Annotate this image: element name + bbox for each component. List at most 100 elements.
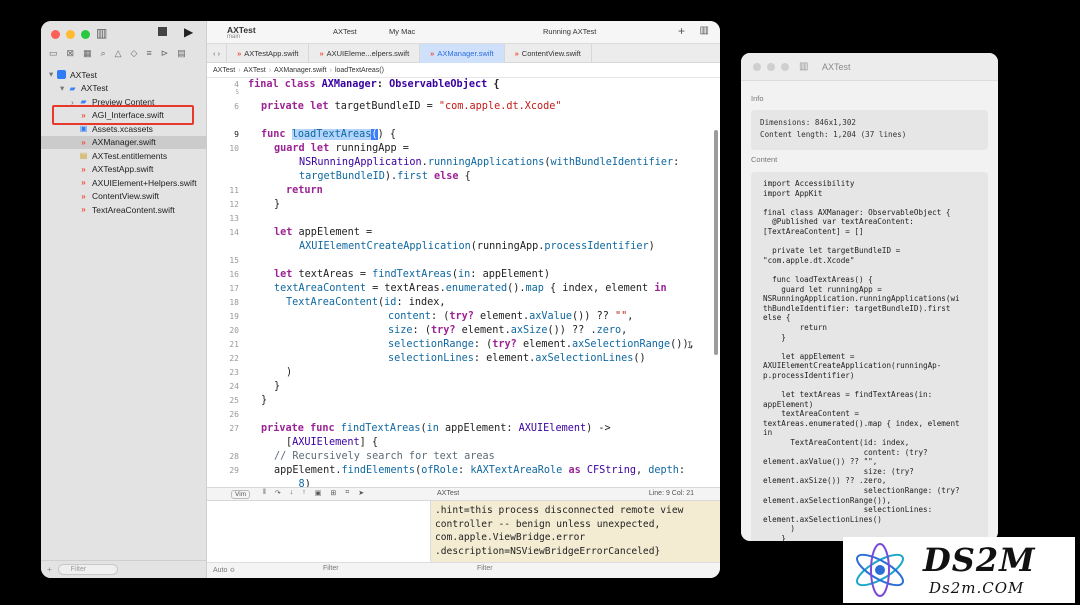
console-filter-input[interactable]: Filter <box>477 565 493 572</box>
pause-icon[interactable]: ‖ <box>263 489 266 497</box>
editor-tab[interactable]: » AXUIEleme...elpers.swift <box>309 44 421 63</box>
code-text: NSRunningApplication.runningApplications… <box>299 157 680 168</box>
breadcrumb-item[interactable]: loadTextAreas() <box>335 67 384 74</box>
code-line: 17 textAreaContent = textAreas.enumerated… <box>207 282 720 296</box>
editor-tab-label: ContentView.swift <box>521 49 581 58</box>
minimize-button[interactable] <box>66 30 75 39</box>
close-button[interactable] <box>753 63 761 71</box>
debug-icon[interactable]: ≡ <box>146 48 151 59</box>
view-debugger-icon[interactable]: ▣ <box>315 489 322 497</box>
breadcrumb-item[interactable]: AXTest <box>213 67 235 74</box>
line-number: 14 <box>229 228 239 237</box>
content-text[interactable]: import Accessibility import AppKit final… <box>751 172 988 541</box>
code-line: 9 func loadTextAreas() { <box>207 128 720 142</box>
xcode-window: ▥ ▶ ▭ ⊠ ▦ ⌕ △ ◇ ≡ ⊳ ▤ ▾ AXTest ▾ ▰ AXTest › ▰ P… <box>41 21 720 578</box>
line-number: 28 <box>229 452 239 461</box>
preview-window: ▥ AXTest Info Dimensions: 846x1,302 Cont… <box>741 53 998 541</box>
auto-variables-selector[interactable]: Auto ≎ <box>213 566 235 574</box>
symbol-icon[interactable]: ▦ <box>83 48 92 59</box>
breadcrumb-item[interactable]: AXTest <box>244 67 266 74</box>
console-output[interactable]: .hint=this process disconnected remote v… <box>431 501 720 562</box>
file-tree-item[interactable]: » AXUIElement+Helpers.swift <box>41 176 207 190</box>
step-in-icon[interactable]: ↓ <box>290 489 294 497</box>
find-icon[interactable]: ⌕ <box>101 48 106 59</box>
file-tree-item[interactable]: » TextAreaContent.swift <box>41 203 207 217</box>
editor-tab[interactable]: » ContentView.swift <box>505 44 592 63</box>
sidebar-toggle-icon[interactable]: ▥ <box>96 26 107 40</box>
line-number: 9 <box>234 130 239 139</box>
line-number: 16 <box>229 270 239 279</box>
navigator-tabs: ▭ ⊠ ▦ ⌕ △ ◇ ≡ ⊳ ▤ <box>49 48 186 59</box>
file-tree-item[interactable]: ▾ ▰ AXTest <box>41 82 207 96</box>
line-number: 11 <box>229 186 239 195</box>
swift-file-icon: » <box>81 137 86 147</box>
file-tree-item[interactable]: » AXTestApp.swift <box>41 163 207 177</box>
sidebar-toggle-icon[interactable]: ▥ <box>799 61 808 72</box>
code-line: 15 <box>207 254 720 268</box>
issue-icon[interactable]: △ <box>115 48 122 59</box>
navigator-filter-input[interactable]: Filter <box>57 564 118 575</box>
code-line: NSRunningApplication.runningApplications… <box>207 156 720 170</box>
vim-mode-badge[interactable]: Vim <box>231 490 251 499</box>
preview-titlebar: ▥ AXTest <box>741 53 998 81</box>
report-icon[interactable]: ▤ <box>177 48 186 59</box>
code-text: appElement.findElements(ofRole: kAXTextA… <box>274 465 686 476</box>
code-editor[interactable]: I 5 4 final class AXManager: ObservableObj… <box>207 78 720 487</box>
code-text: content: (try? element.axValue()) ?? "", <box>388 311 634 322</box>
breadcrumb-item[interactable]: AXManager.swift <box>274 67 327 74</box>
library-plus-icon[interactable]: + <box>678 24 685 38</box>
file-tree-label: AXTest <box>81 83 108 94</box>
step-over-icon[interactable]: ↷ <box>275 489 281 497</box>
line-number: 27 <box>229 424 239 433</box>
swift-file-icon: » <box>514 49 519 58</box>
code-line: 18 TextAreaContent(id: index, <box>207 296 720 310</box>
content-length-text: Content length: 1,204 (37 lines) <box>760 130 907 139</box>
swift-file-icon: » <box>81 191 86 201</box>
minimize-button[interactable] <box>767 63 775 71</box>
add-icon[interactable]: + <box>47 565 52 574</box>
line-number: 13 <box>229 214 239 223</box>
file-tree-label: Assets.xcassets <box>92 123 153 134</box>
test-icon[interactable]: ◇ <box>131 48 138 59</box>
disclosure-chevron-icon[interactable]: ▾ <box>60 83 68 94</box>
code-line: 22 selectionLines: element.axSelectionLin… <box>207 352 720 366</box>
editor-tab[interactable]: » AXTestApp.swift <box>227 44 310 63</box>
project-navigator: ▥ ▶ ▭ ⊠ ▦ ⌕ △ ◇ ≡ ⊳ ▤ ▾ AXTest ▾ ▰ AXTest › ▰ P… <box>41 21 207 578</box>
file-tree-item[interactable]: ▤ AXTest.entitlements <box>41 149 207 163</box>
breadcrumb-separator-icon: › <box>238 67 241 74</box>
back-forward-icon[interactable]: ‹ › <box>207 44 228 63</box>
stop-button[interactable] <box>158 27 167 36</box>
file-tree-item[interactable]: ▾ AXTest <box>41 68 207 82</box>
code-line: 20 size: (try? element.axSize()) ?? .zero… <box>207 324 720 338</box>
zoom-button[interactable] <box>781 63 789 71</box>
file-tree-label: TextAreaContent.swift <box>92 204 175 215</box>
editor-tab[interactable]: » AXManager.swift <box>420 44 505 63</box>
code-text: final class AXManager: ObservableObject … <box>248 79 500 90</box>
folder-icon[interactable]: ▭ <box>49 48 58 59</box>
inspector-toggle-icon[interactable]: ▥ <box>700 25 709 36</box>
code-line: AXUIElementCreateApplication(runningApp.… <box>207 240 720 254</box>
file-tree-item[interactable]: » ContentView.swift <box>41 190 207 204</box>
line-number: 21 <box>229 340 239 349</box>
code-text: [AXUIElement] { <box>286 437 379 448</box>
variables-filter-input[interactable]: Filter <box>323 565 339 572</box>
location-icon[interactable]: ➤ <box>358 489 364 497</box>
close-button[interactable] <box>51 30 60 39</box>
code-text: } <box>274 199 281 210</box>
file-tree-item[interactable]: » AXManager.swift <box>41 135 207 149</box>
step-out-icon[interactable]: ↑ <box>302 489 306 497</box>
line-number: 18 <box>229 298 239 307</box>
environment-icon[interactable]: ⌗ <box>345 489 349 497</box>
source-control-icon[interactable]: ⊠ <box>67 48 75 59</box>
memory-graph-icon[interactable]: ⊞ <box>330 489 336 497</box>
scheme-selector[interactable]: AXTest <box>333 27 357 36</box>
project-file-icon <box>57 70 66 80</box>
zoom-button[interactable] <box>81 30 90 39</box>
disclosure-chevron-icon[interactable]: ▾ <box>49 69 57 80</box>
breakpoint-icon[interactable]: ⊳ <box>161 48 169 59</box>
run-button[interactable]: ▶ <box>184 25 193 39</box>
activity-status: Running AXTest <box>543 27 597 36</box>
destination-selector[interactable]: My Mac <box>389 27 415 36</box>
code-text: textAreaContent = textAreas.enumerated()… <box>274 283 667 294</box>
line-number: 4 <box>234 80 239 89</box>
